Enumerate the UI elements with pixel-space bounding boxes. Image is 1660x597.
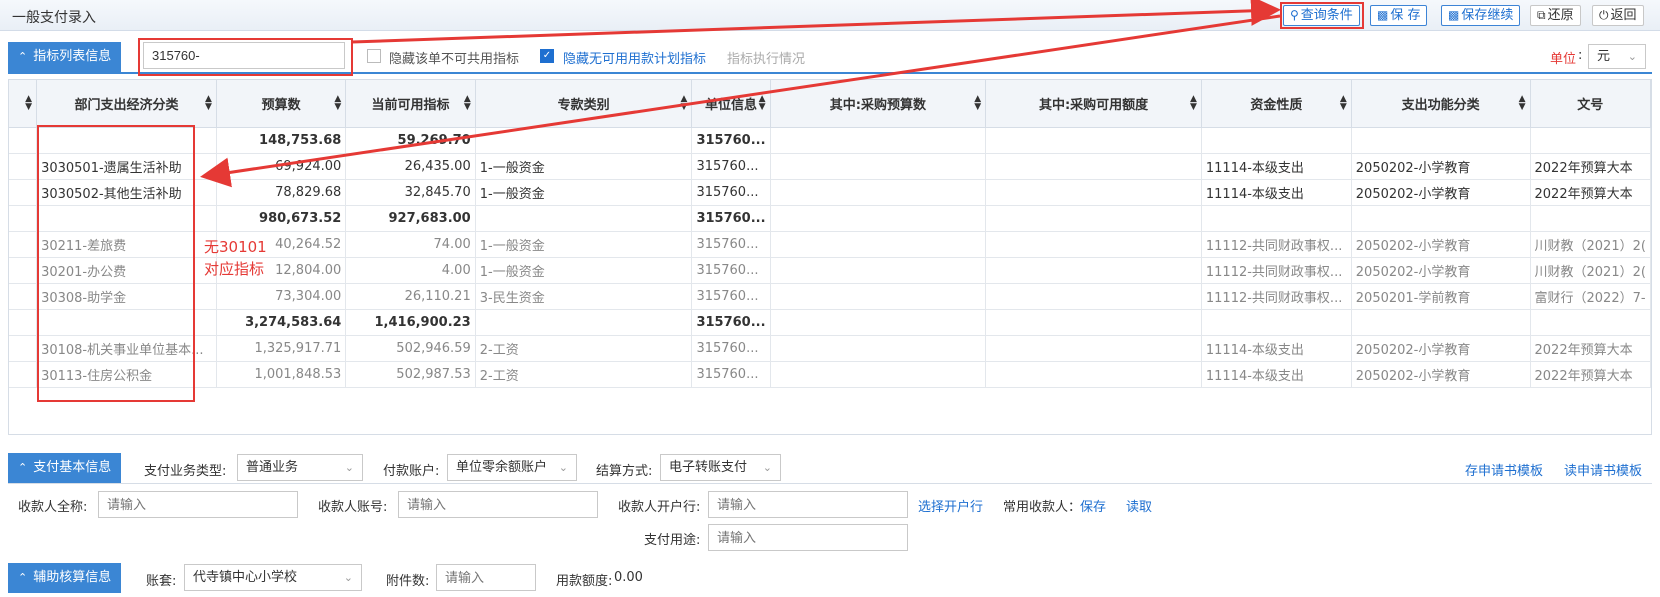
annotation-arrows (200, 0, 1281, 188)
page: 一般支付录入 ⚲ 查询条件 ▩ 保 存 ▩ 保存继续 ⧉ 还原 ⏻ 返回 ⌃ 指标列表信息 … (0, 0, 1660, 597)
